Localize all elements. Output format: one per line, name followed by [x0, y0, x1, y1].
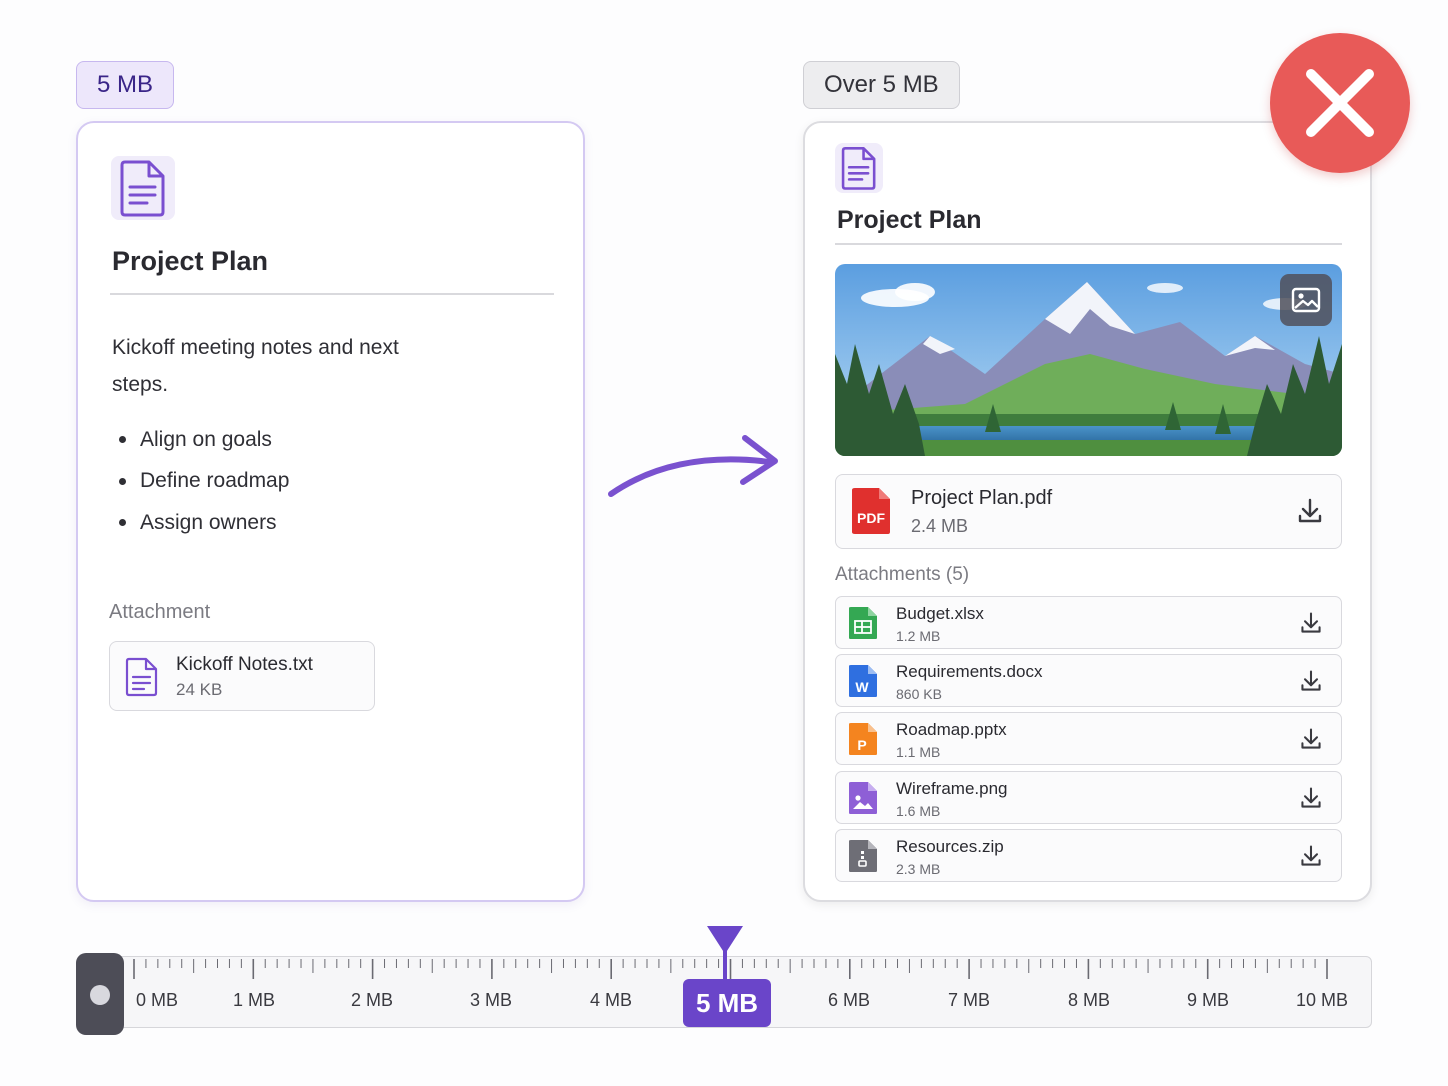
large-note-card: Project Plan PDF Project Plan.pdf 2.4 MB…: [803, 121, 1372, 902]
close-icon: [1270, 33, 1410, 173]
svg-text:P: P: [857, 737, 866, 753]
download-icon[interactable]: [1297, 497, 1323, 530]
attachment-name: Roadmap.pptx: [896, 720, 1007, 740]
attachment-item[interactable]: P Roadmap.pptx 1.1 MB: [835, 712, 1342, 766]
attachment-name: Kickoff Notes.txt: [176, 654, 313, 675]
note-description: Kickoff meeting notes and next steps.: [112, 336, 399, 396]
download-icon[interactable]: [1299, 727, 1323, 756]
attachment-name: Resources.zip: [896, 836, 1004, 856]
attachments-label: Attachments (5): [835, 564, 970, 585]
bullet-item: Define roadmap: [112, 461, 289, 503]
attachment-size: 2.3 MB: [896, 860, 941, 877]
attachment-item[interactable]: W Requirements.docx 860 KB: [835, 654, 1342, 708]
attachment-size: 1.6 MB: [896, 802, 941, 819]
small-note-card: Project Plan Kickoff meeting notes and n…: [76, 121, 585, 902]
image-icon[interactable]: [1280, 274, 1332, 326]
ruler-knob: [90, 985, 110, 1005]
ruler-tick-label: 3 MB: [469, 990, 513, 1010]
ruler-tick-label: 7 MB: [947, 990, 991, 1010]
over-limit-badge: Over 5 MB: [803, 61, 960, 109]
svg-text:W: W: [855, 679, 869, 695]
document-icon: [111, 156, 175, 220]
ruler-tick-label: 10 MB: [1295, 990, 1349, 1010]
attachment-size: 860 KB: [896, 686, 942, 703]
attachment-item[interactable]: Resources.zip 2.3 MB: [835, 828, 1342, 882]
ruler-tick-label: 4 MB: [589, 990, 633, 1010]
attachment-name: Wireframe.png: [896, 778, 1008, 798]
pdf-file-icon: PDF: [851, 487, 891, 540]
note-bullet-list: Align on goals Define roadmap Assign own…: [112, 419, 289, 544]
size-limit-badge: 5 MB: [76, 61, 175, 109]
mountain-landscape-image[interactable]: [835, 264, 1342, 456]
attachment-item[interactable]: Kickoff Notes.txt 24 KB: [109, 641, 375, 711]
attachment-label: Attachment: [109, 601, 211, 623]
attachment-size: 1.1 MB: [896, 744, 941, 761]
download-icon[interactable]: [1299, 844, 1323, 873]
title-divider: [110, 293, 554, 295]
text-file-icon: [124, 657, 160, 702]
transition-arrow-icon: [608, 435, 778, 497]
bullet-item: Assign owners: [112, 502, 289, 544]
svg-text:PDF: PDF: [857, 510, 885, 526]
download-icon[interactable]: [1299, 669, 1323, 698]
note-title: Project Plan: [837, 206, 982, 234]
download-icon[interactable]: [1299, 786, 1323, 815]
spreadsheet-icon: [848, 606, 878, 645]
document-icon: [835, 143, 883, 193]
note-title: Project Plan: [112, 246, 269, 276]
attachment-item[interactable]: Budget.xlsx 1.2 MB: [835, 596, 1342, 649]
attachment-item[interactable]: Wireframe.png 1.6 MB: [835, 770, 1342, 824]
pdf-file-name: Project Plan.pdf: [911, 487, 1053, 509]
ruler-tick-label: 0 MB: [135, 990, 179, 1010]
limit-marker-line: [723, 950, 727, 982]
pdf-file-item[interactable]: PDF Project Plan.pdf 2.4 MB: [835, 474, 1342, 549]
word-doc-icon: W: [848, 664, 878, 703]
ruler-tick-label: 1 MB: [232, 990, 276, 1010]
attachment-size: 24 KB: [176, 680, 223, 699]
attachments-list: Budget.xlsx 1.2 MB W Requirements.docx 8…: [835, 596, 1342, 887]
limit-marker-label: 5 MB: [683, 979, 771, 1027]
ruler-tick-label: 8 MB: [1067, 990, 1111, 1010]
zip-file-icon: [848, 839, 878, 878]
slides-icon: P: [848, 722, 878, 761]
ruler-tick-label: 2 MB: [350, 990, 394, 1010]
attachment-name: Budget.xlsx: [896, 604, 984, 623]
image-file-icon: [848, 781, 878, 820]
pdf-file-size: 2.4 MB: [911, 516, 969, 536]
download-icon[interactable]: [1299, 611, 1323, 640]
ruler-tick-label: 9 MB: [1186, 990, 1230, 1010]
attachment-name: Requirements.docx: [896, 662, 1043, 682]
attachment-size: 1.2 MB: [896, 628, 941, 644]
ruler-handle[interactable]: [76, 953, 124, 1035]
ruler-tick-label: 6 MB: [827, 990, 871, 1010]
bullet-item: Align on goals: [112, 419, 289, 461]
title-divider: [835, 243, 1342, 245]
